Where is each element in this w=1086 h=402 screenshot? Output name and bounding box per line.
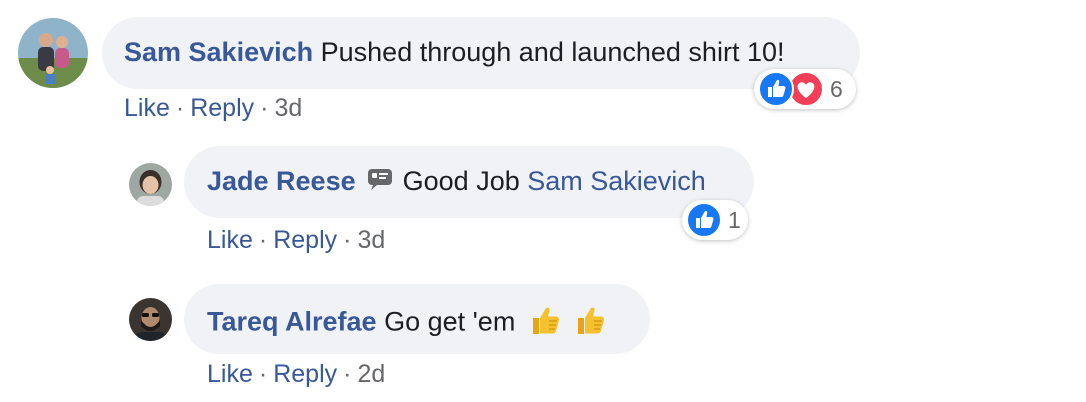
separator: ·	[343, 360, 352, 388]
like-icon	[686, 202, 722, 238]
reaction-count: 1	[728, 206, 741, 233]
comment-bubble: Tareq Alrefae Go get 'em	[184, 284, 650, 354]
comment-author-name[interactable]: Jade Reese	[207, 166, 356, 196]
comment-text: Good Job	[402, 166, 520, 196]
comment-author-name[interactable]: Tareq Alrefae	[207, 307, 377, 337]
thumbs-up-emoji	[529, 303, 563, 344]
separator: ·	[260, 94, 269, 122]
reactions-summary[interactable]: 6	[754, 69, 856, 109]
reply-link[interactable]: Reply	[273, 226, 337, 254]
reply-link[interactable]: Reply	[273, 360, 337, 388]
comment-actions: Like · Reply · 3d	[124, 94, 302, 123]
conversation-starter-icon	[367, 167, 393, 198]
like-link[interactable]: Like	[207, 226, 253, 254]
comment-text: Pushed through and launched shirt 10!	[320, 37, 785, 67]
like-link[interactable]: Like	[207, 360, 253, 388]
avatar-jade-reese[interactable]	[129, 163, 172, 206]
comment-timestamp[interactable]: 2d	[357, 360, 385, 388]
comment-author-name[interactable]: Sam Sakievich	[124, 37, 313, 67]
mention-link[interactable]: Sam Sakievich	[527, 166, 706, 196]
comment-timestamp[interactable]: 3d	[357, 226, 385, 254]
comment-timestamp[interactable]: 3d	[274, 94, 302, 122]
avatar-tareq-alrefae[interactable]	[129, 298, 172, 341]
reaction-count: 6	[830, 75, 843, 102]
separator: ·	[258, 226, 268, 254]
separator: ·	[175, 94, 185, 122]
reply-link[interactable]: Reply	[190, 94, 254, 122]
comment-actions: Like · Reply · 2d	[207, 360, 385, 389]
avatar-sam-sakievich[interactable]	[18, 18, 88, 88]
separator: ·	[343, 226, 352, 254]
comment-actions: Like · Reply · 3d	[207, 226, 385, 255]
comment-bubble: Jade Reese Good Job Sam Sakievich	[184, 146, 754, 218]
comment-text: Go get 'em	[384, 306, 516, 337]
like-link[interactable]: Like	[124, 94, 170, 122]
reactions-summary[interactable]: 1	[682, 200, 748, 240]
separator: ·	[258, 360, 268, 388]
like-icon	[758, 71, 794, 107]
comment-bubble: Sam Sakievich Pushed through and launche…	[102, 17, 860, 89]
thumbs-up-emoji	[574, 303, 608, 344]
